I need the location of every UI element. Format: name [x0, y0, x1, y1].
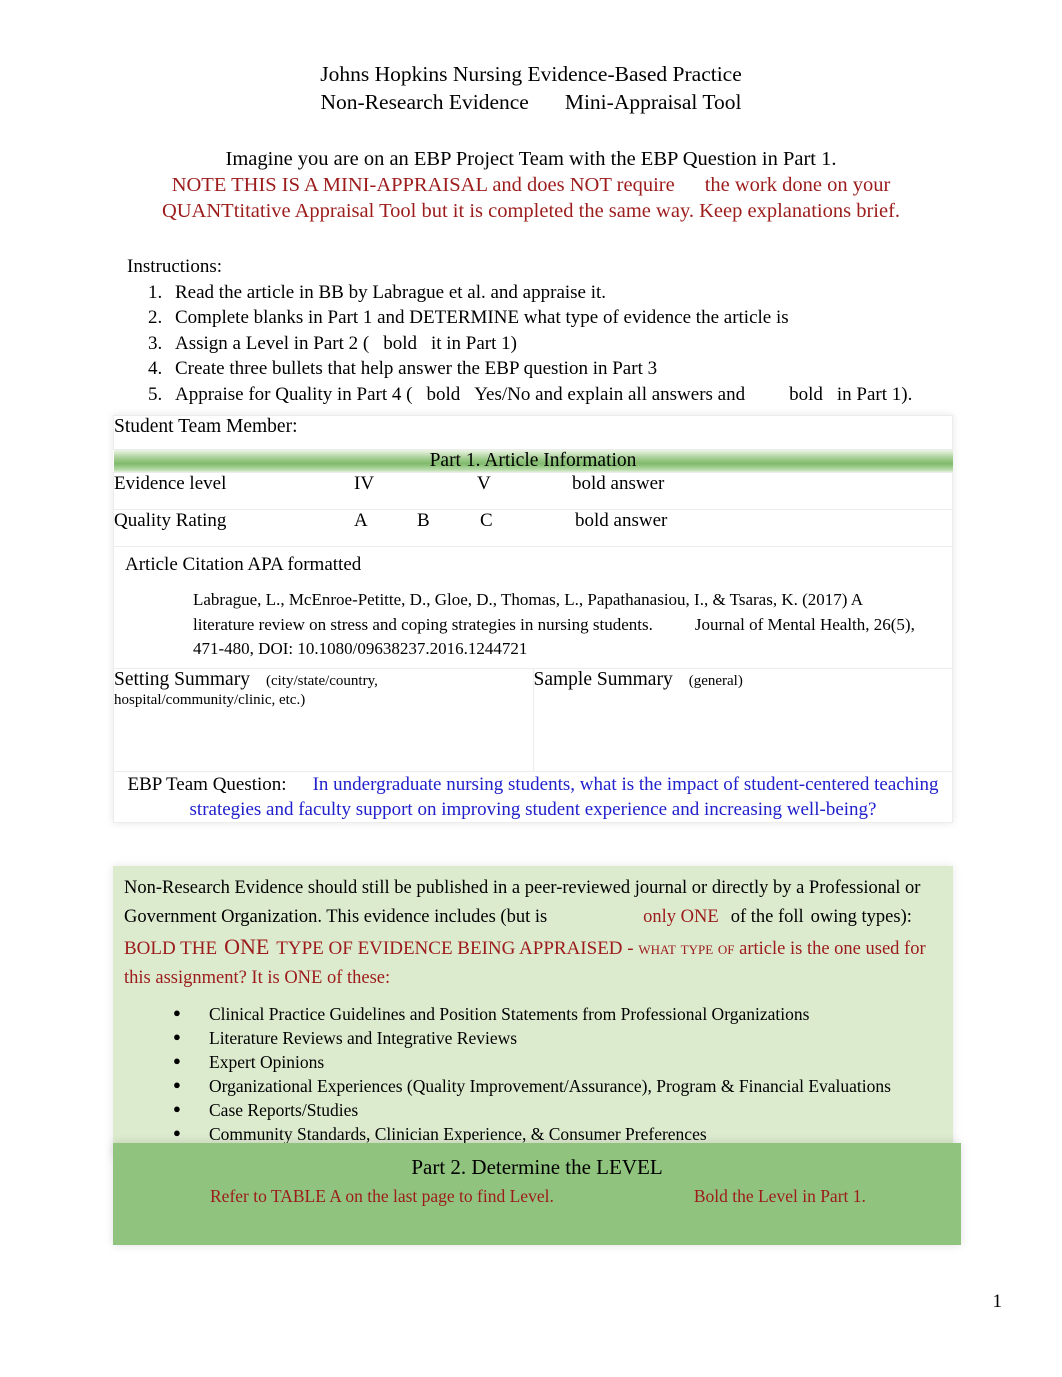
instruction-item-2: Complete blanks in Part 1 and DETERMINE … — [167, 305, 1062, 331]
title-line-2: Non-Research Evidence Mini-Appraisal Tool — [0, 88, 1062, 116]
quality-rating-label: Quality Rating — [114, 510, 227, 531]
document-page: Johns Hopkins Nursing Evidence-Based Pra… — [0, 0, 1062, 1377]
title-non-research-evidence: Non-Research Evidence — [320, 90, 529, 114]
non-research-text-b: of the foll — [730, 907, 804, 927]
instruction-5-bold-1: bold — [426, 383, 461, 405]
table-row-part1-header: Part 1. Article Information — [113, 449, 953, 473]
intro-note-c: QUANTtitative Appraisal Tool but it is c… — [161, 200, 901, 222]
quality-rating-answer-hint: bold answer — [575, 510, 668, 531]
evidence-type-item: Clinical Practice Guidelines and Positio… — [173, 1001, 953, 1026]
student-team-member-cell[interactable]: Student Team Member: — [113, 415, 953, 450]
non-research-bold-the: BOLD THE — [124, 938, 218, 959]
ebp-question-cell: EBP Team Question: In undergraduate nursi… — [113, 770, 953, 823]
table-row-summaries: Setting Summary (city/state/country, hosp… — [113, 667, 953, 772]
instruction-item-3: Assign a Level in Part 2 ( bold it in Part… — [167, 331, 1062, 357]
non-research-evidence-block: Non-Research Evidence should still be pu… — [113, 866, 953, 1158]
instruction-5-a: Appraise for Quality in Part 4 ( — [175, 383, 413, 405]
non-research-text-c: owing types): — [810, 907, 912, 927]
quality-rating-option-b[interactable]: B — [417, 510, 480, 532]
intro-line-1: Imagine you are on an EBP Project Team w… — [225, 148, 837, 170]
setting-summary-label: Setting Summary — [114, 668, 250, 690]
setting-summary-cell[interactable]: Setting Summary (city/state/country, hosp… — [113, 667, 534, 772]
table-row-quality-rating: Quality Rating A B Cbold answer — [113, 509, 953, 547]
instruction-3-a: Assign a Level in Part 2 ( — [175, 332, 370, 354]
evidence-type-item: Case Reports/Studies — [173, 1097, 953, 1122]
evidence-level-option-v[interactable]: V — [477, 473, 572, 495]
evidence-types-list: Clinical Practice Guidelines and Positio… — [113, 1001, 953, 1146]
citation-cell[interactable]: Article Citation APA formatted Labrague,… — [113, 546, 953, 669]
sample-summary-hint: (general) — [688, 672, 743, 689]
instruction-item-5: Appraise for Quality in Part 4 ( bold Yes/… — [167, 382, 1062, 408]
instructions-list: Read the article in BB by Labrague et al… — [127, 280, 1062, 408]
evidence-type-item: Literature Reviews and Integrative Revie… — [173, 1025, 953, 1050]
document-title: Johns Hopkins Nursing Evidence-Based Pra… — [0, 0, 1062, 116]
page-number: 1 — [992, 1291, 1003, 1312]
table-row-evidence-level: Evidence level IV Vbold answer — [113, 472, 953, 510]
part2-bold-level: Bold the Level in Part 1. — [693, 1186, 866, 1206]
evidence-type-item: Organizational Experiences (Quality Impr… — [173, 1073, 953, 1098]
title-line-1: Johns Hopkins Nursing Evidence-Based Pra… — [320, 62, 742, 86]
evidence-level-option-iv[interactable]: IV — [354, 473, 477, 495]
instructions-section: Instructions: Read the article in BB by … — [0, 254, 1062, 423]
citation-text[interactable]: Labrague, L., McEnroe-Petitte, D., Gloe,… — [114, 583, 952, 668]
part2-determine-level-block: Part 2. Determine the LEVEL Refer to TAB… — [113, 1143, 961, 1245]
evidence-level-answer-hint: bold answer — [572, 473, 665, 494]
quality-rating-option-a[interactable]: A — [354, 510, 417, 532]
student-team-member-label: Student Team Member: — [114, 416, 298, 437]
ebp-question-text: In undergraduate nursing students, what … — [189, 773, 939, 820]
sample-summary-cell[interactable]: Sample Summary (general) — [532, 667, 953, 772]
sample-summary-label: Sample Summary — [533, 668, 673, 690]
instruction-5-e: in Part 1). — [836, 383, 913, 405]
quality-rating-option-c[interactable]: C — [480, 510, 575, 532]
evidence-type-item: Expert Opinions — [173, 1049, 953, 1074]
part2-title: Part 2. Determine the LEVEL — [411, 1155, 663, 1179]
ebp-question-label: EBP Team Question: — [127, 773, 287, 795]
part2-subtitle: Refer to TABLE A on the last page to fin… — [113, 1186, 961, 1207]
part2-refer-table-a: Refer to TABLE A on the last page to fin… — [210, 1186, 554, 1206]
instruction-5-bold-2: bold — [789, 383, 823, 405]
instruction-3-bold: bold — [383, 332, 417, 354]
setting-summary-hint-a: (city/state/country, — [265, 672, 378, 689]
citation-label: Article Citation APA formatted — [125, 554, 362, 575]
evidence-level-label: Evidence level — [114, 473, 227, 494]
intro-note-a: NOTE THIS IS A MINI-APPRAISAL and does N… — [171, 174, 675, 196]
title-mini-appraisal-tool: Mini-Appraisal Tool — [564, 90, 742, 114]
non-research-type-of-evidence: TYPE OF EVIDENCE BEING APPRAISED - what … — [276, 938, 735, 959]
evidence-level-cell: Evidence level IV Vbold answer — [113, 472, 953, 510]
instruction-3-c: it in Part 1) — [430, 332, 517, 354]
non-research-one: ONE — [224, 934, 270, 959]
instruction-item-1: Read the article in BB by Labrague et al… — [167, 280, 1062, 306]
instruction-5-c: Yes/No and explain all answers and — [474, 383, 746, 405]
instructions-heading: Instructions: — [127, 256, 222, 277]
part1-header-bar: Part 1. Article Information — [113, 449, 953, 473]
table-row-ebp-question: EBP Team Question: In undergraduate nursi… — [113, 770, 953, 823]
intro-paragraph: Imagine you are on an EBP Project Team w… — [0, 146, 1062, 224]
quality-rating-cell: Quality Rating A B Cbold answer — [113, 509, 953, 547]
non-research-only-one: only ONE — [643, 907, 719, 927]
setting-summary-hint-b: hospital/community/clinic, etc.) — [114, 691, 306, 708]
non-research-paragraph: Non-Research Evidence should still be pu… — [113, 874, 953, 993]
table-row-citation: Article Citation APA formatted Labrague,… — [113, 546, 953, 669]
table-row-student-member: Student Team Member: — [113, 415, 953, 450]
intro-note-b: the work done on your — [704, 174, 891, 196]
part1-article-information-table: Student Team Member: Part 1. Article Inf… — [113, 415, 953, 823]
instruction-item-4: Create three bullets that help answer th… — [167, 356, 1062, 382]
